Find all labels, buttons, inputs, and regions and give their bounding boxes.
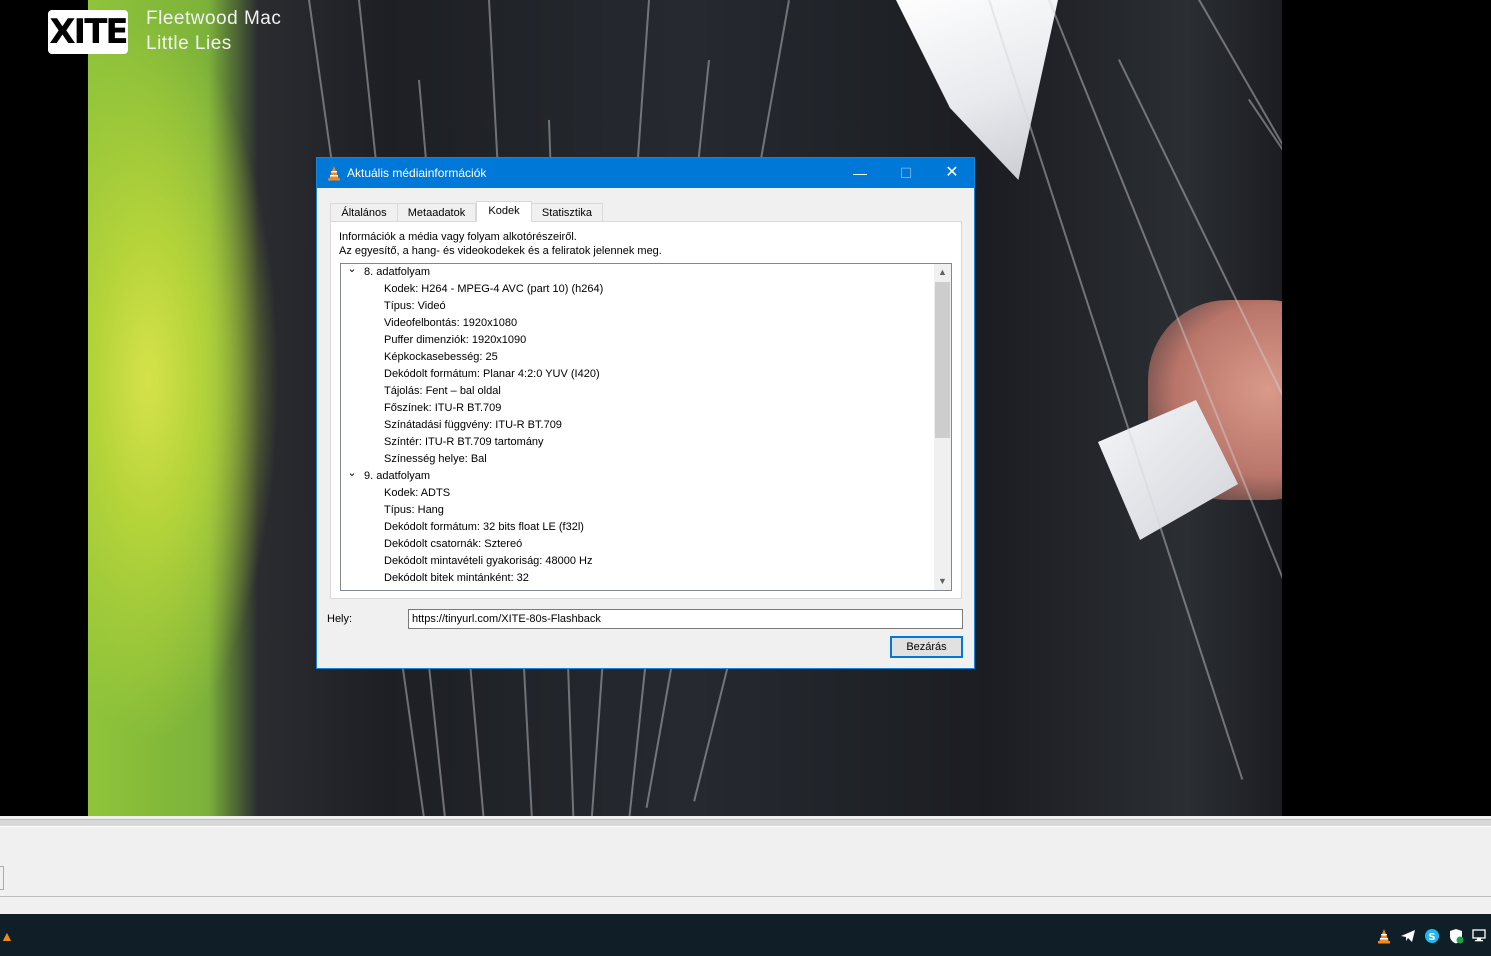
tree-item[interactable]: Színátadási függvény: ITU-R BT.709 [384, 417, 562, 434]
tab-metaadatok[interactable]: Metaadatok [397, 203, 476, 221]
telegram-icon[interactable] [1400, 928, 1416, 944]
close-window-button[interactable]: ✕ [929, 158, 975, 188]
xite-logo: XITE [48, 10, 129, 54]
location-field[interactable] [408, 609, 963, 629]
controls-divider [0, 896, 1491, 897]
taskbar-vlc-icon[interactable]: ▲ [0, 928, 14, 944]
chevron-down-icon[interactable]: ⌄ [347, 264, 357, 278]
tab-kodek[interactable]: Kodek [476, 201, 532, 222]
vlc-cone-icon [328, 166, 340, 181]
tree-item[interactable]: Színtér: ITU-R BT.709 tartomány [384, 434, 544, 451]
tree-item[interactable]: Dekódolt formátum: 32 bits float LE (f32… [384, 519, 584, 536]
tree-item[interactable]: Típus: Hang [384, 502, 444, 519]
shirt-collar [896, 0, 1058, 180]
tree-stream-label: 9. adatfolyam [364, 470, 431, 482]
location-label: Hely: [327, 613, 353, 625]
close-button[interactable]: Bezárás [890, 636, 963, 658]
tab-statisztika[interactable]: Statisztika [531, 203, 603, 221]
tree-scrollbar[interactable]: ▲ ▼ [934, 264, 951, 590]
scrollbar-thumb[interactable] [935, 282, 950, 438]
tree-item[interactable]: Színesség helye: Bal [384, 451, 487, 468]
overlay-song-title: Little Lies [146, 33, 232, 54]
maximize-button[interactable]: ☐ [883, 158, 929, 188]
taskbar: ▲ S [0, 914, 1491, 956]
dialog-title: Aktuális médiainformációk [347, 166, 487, 180]
vlc-icon[interactable] [1376, 928, 1392, 944]
scroll-down-arrow-icon[interactable]: ▼ [934, 573, 951, 590]
description-line-2: Az egyesítő, a hang- és videokodekek és … [339, 245, 662, 257]
tree-item[interactable]: Dekódolt formátum: Planar 4:2:0 YUV (I42… [384, 366, 600, 383]
network-icon[interactable] [1472, 928, 1488, 944]
dialog-titlebar[interactable]: Aktuális médiainformációk — ☐ ✕ [317, 158, 974, 188]
tree-item[interactable]: Dekódolt csatornák: Sztereó [384, 536, 522, 553]
svg-text:S: S [1428, 932, 1435, 943]
tree-item[interactable]: Kodek: H264 - MPEG-4 AVC (part 10) (h264… [384, 281, 603, 298]
tab-altalanos[interactable]: Általános [330, 203, 398, 221]
scroll-up-arrow-icon[interactable]: ▲ [934, 264, 951, 281]
control-edge [0, 866, 4, 890]
tree-item[interactable]: Képkockasebesség: 25 [384, 349, 498, 366]
tree-item[interactable]: Puffer dimenziók: 1920x1090 [384, 332, 526, 349]
player-controls [0, 816, 1491, 914]
tree-item[interactable]: Típus: Videó [384, 298, 446, 315]
codec-panel: Információk a média vagy folyam alkotóré… [330, 221, 962, 599]
tree-item[interactable]: Videofelbontás: 1920x1080 [384, 315, 517, 332]
tree-stream-label: 8. adatfolyam [364, 266, 431, 278]
tree-item[interactable]: Kodek: ADTS [384, 485, 450, 502]
tree-item[interactable]: Dekódolt bitek mintánként: 32 [384, 570, 529, 587]
tree-item[interactable]: Dekódolt mintavételi gyakoriság: 48000 H… [384, 553, 593, 570]
defender-icon[interactable] [1448, 928, 1464, 944]
seek-bar[interactable] [0, 819, 1491, 827]
skype-icon[interactable]: S [1424, 928, 1440, 944]
tree-item[interactable]: Főszínek: ITU-R BT.709 [384, 400, 501, 417]
minimize-button[interactable]: — [837, 158, 883, 188]
codec-tree[interactable]: ⌄ 8. adatfolyam Kodek: H264 - MPEG-4 AVC (… [340, 263, 952, 591]
description-line-1: Információk a média vagy folyam alkotóré… [339, 231, 577, 243]
tree-item[interactable]: Tájolás: Fent – bal oldal [384, 383, 501, 400]
media-info-dialog: Aktuális médiainformációk — ☐ ✕ Általáno… [316, 157, 975, 669]
chevron-down-icon[interactable]: ⌄ [347, 465, 357, 482]
overlay-artist: Fleetwood Mac [146, 8, 282, 29]
